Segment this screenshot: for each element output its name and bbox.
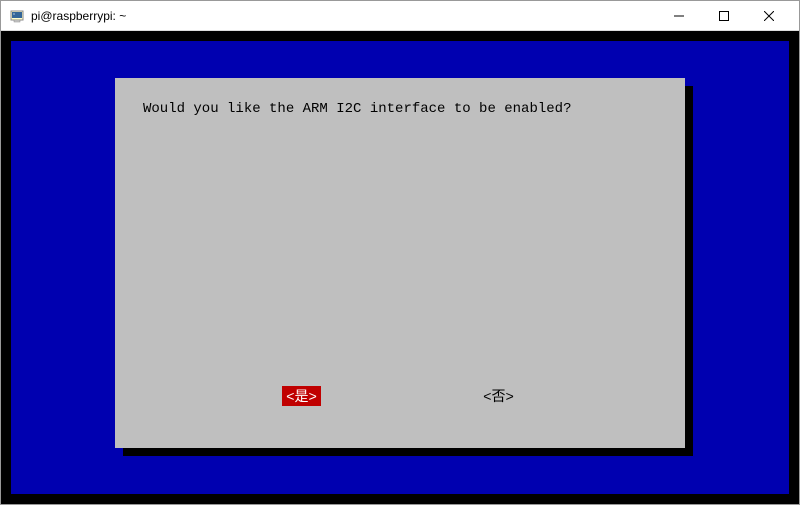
maximize-button[interactable]	[701, 2, 746, 30]
window-title: pi@raspberrypi: ~	[31, 9, 656, 23]
close-button[interactable]	[746, 2, 791, 30]
dialog-wrapper: Would you like the ARM I2C interface to …	[115, 78, 685, 448]
putty-window: pi@raspberrypi: ~ Would you like the ARM…	[0, 0, 800, 505]
terminal-background: Would you like the ARM I2C interface to …	[11, 41, 789, 494]
putty-icon	[9, 8, 25, 24]
titlebar-controls	[656, 2, 791, 30]
dialog-button-row: <是> <否>	[143, 386, 657, 426]
titlebar: pi@raspberrypi: ~	[1, 1, 799, 31]
terminal-area: Would you like the ARM I2C interface to …	[1, 31, 799, 504]
yes-button[interactable]: <是>	[282, 386, 321, 406]
raspi-config-dialog: Would you like the ARM I2C interface to …	[115, 78, 685, 448]
dialog-message: Would you like the ARM I2C interface to …	[143, 100, 657, 386]
minimize-button[interactable]	[656, 2, 701, 30]
no-button[interactable]: <否>	[479, 386, 518, 406]
